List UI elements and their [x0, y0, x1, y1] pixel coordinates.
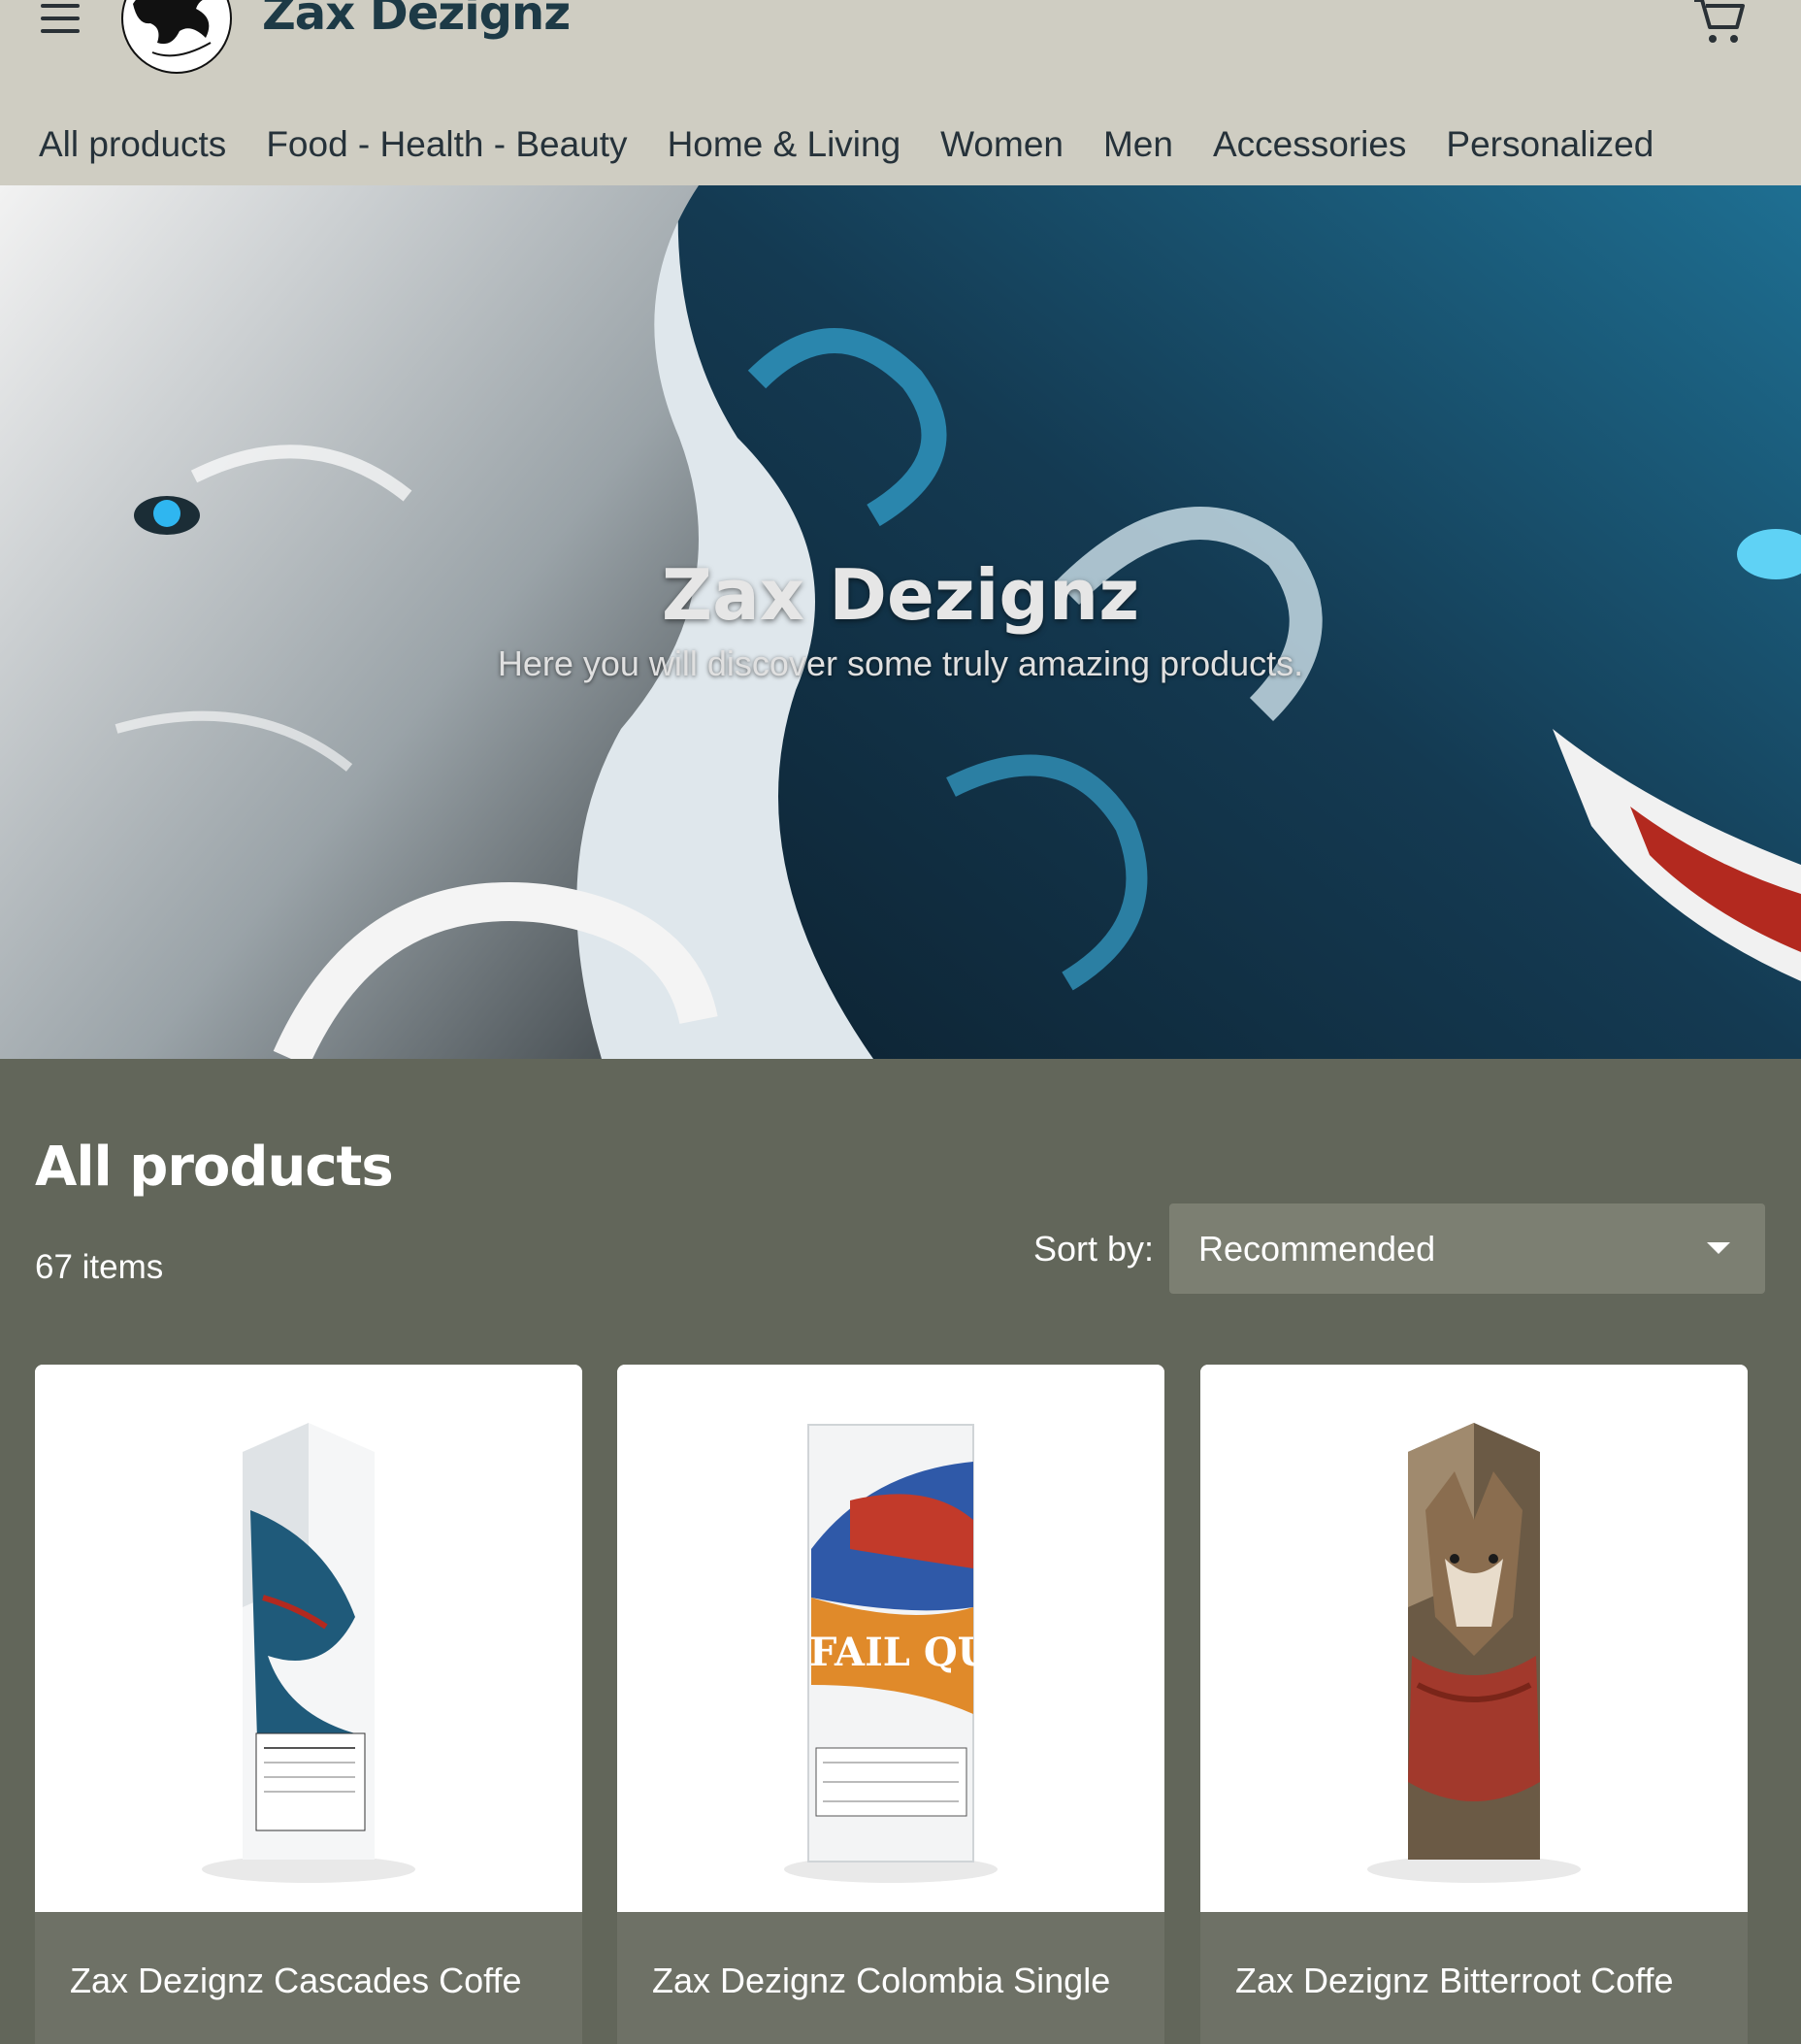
nav-item-home-living[interactable]: Home & Living	[668, 124, 901, 165]
nav-item-personalized[interactable]: Personalized	[1446, 124, 1654, 165]
header-bar: Zax Dezignz All products Food - Health -…	[0, 0, 1801, 185]
product-card[interactable]: Zax Dezignz Bitterroot Coffe	[1200, 1365, 1748, 2044]
hero-banner: Zax Dezignz Here you will discover some …	[0, 185, 1801, 1059]
product-title[interactable]: Zax Dezignz Bitterroot Coffe	[1235, 1961, 1674, 2001]
product-image[interactable]	[1200, 1365, 1748, 1912]
sort-select[interactable]: Recommended	[1169, 1203, 1765, 1294]
nav-item-women[interactable]: Women	[940, 124, 1064, 165]
item-count: 67 items	[35, 1248, 164, 1286]
hero-subtitle: Here you will discover some truly amazin…	[497, 643, 1304, 683]
sort-label: Sort by:	[1033, 1229, 1155, 1269]
product-image[interactable]: LY FAIL QUIT	[617, 1365, 1164, 1912]
dragon-logo-icon	[124, 0, 229, 71]
nav-item-accessories[interactable]: Accessories	[1213, 124, 1406, 165]
nav-item-men[interactable]: Men	[1103, 124, 1173, 165]
hero-title: Zax Dezignz	[661, 554, 1140, 636]
brand-name[interactable]: Zax Dezignz	[262, 0, 571, 41]
nav-item-food-health-beauty[interactable]: Food - Health - Beauty	[266, 124, 627, 165]
product-card[interactable]: LY FAIL QUIT Zax Dezignz Colombia Single	[617, 1365, 1164, 2044]
nav-item-all-products[interactable]: All products	[39, 124, 226, 165]
product-card[interactable]: Zax Dezignz Cascades Coffe	[35, 1365, 582, 2044]
menu-icon[interactable]	[39, 0, 83, 39]
product-image[interactable]	[35, 1365, 582, 1912]
cart-icon[interactable]	[1688, 0, 1747, 50]
product-title[interactable]: Zax Dezignz Cascades Coffe	[70, 1961, 522, 2001]
chevron-down-icon	[1707, 1242, 1730, 1254]
brand-logo[interactable]	[121, 0, 232, 74]
product-caption[interactable]: Zax Dezignz Cascades Coffe	[35, 1912, 582, 2044]
sort-select-value: Recommended	[1198, 1229, 1436, 1269]
product-caption[interactable]: Zax Dezignz Colombia Single	[617, 1912, 1164, 2044]
product-pack-text: LY FAIL QUIT	[743, 1630, 1038, 1675]
page-title: All products	[35, 1136, 394, 1199]
category-nav: All products Food - Health - Beauty Home…	[39, 124, 1693, 165]
product-caption[interactable]: Zax Dezignz Bitterroot Coffe	[1200, 1912, 1748, 2044]
product-title[interactable]: Zax Dezignz Colombia Single	[652, 1961, 1110, 2001]
